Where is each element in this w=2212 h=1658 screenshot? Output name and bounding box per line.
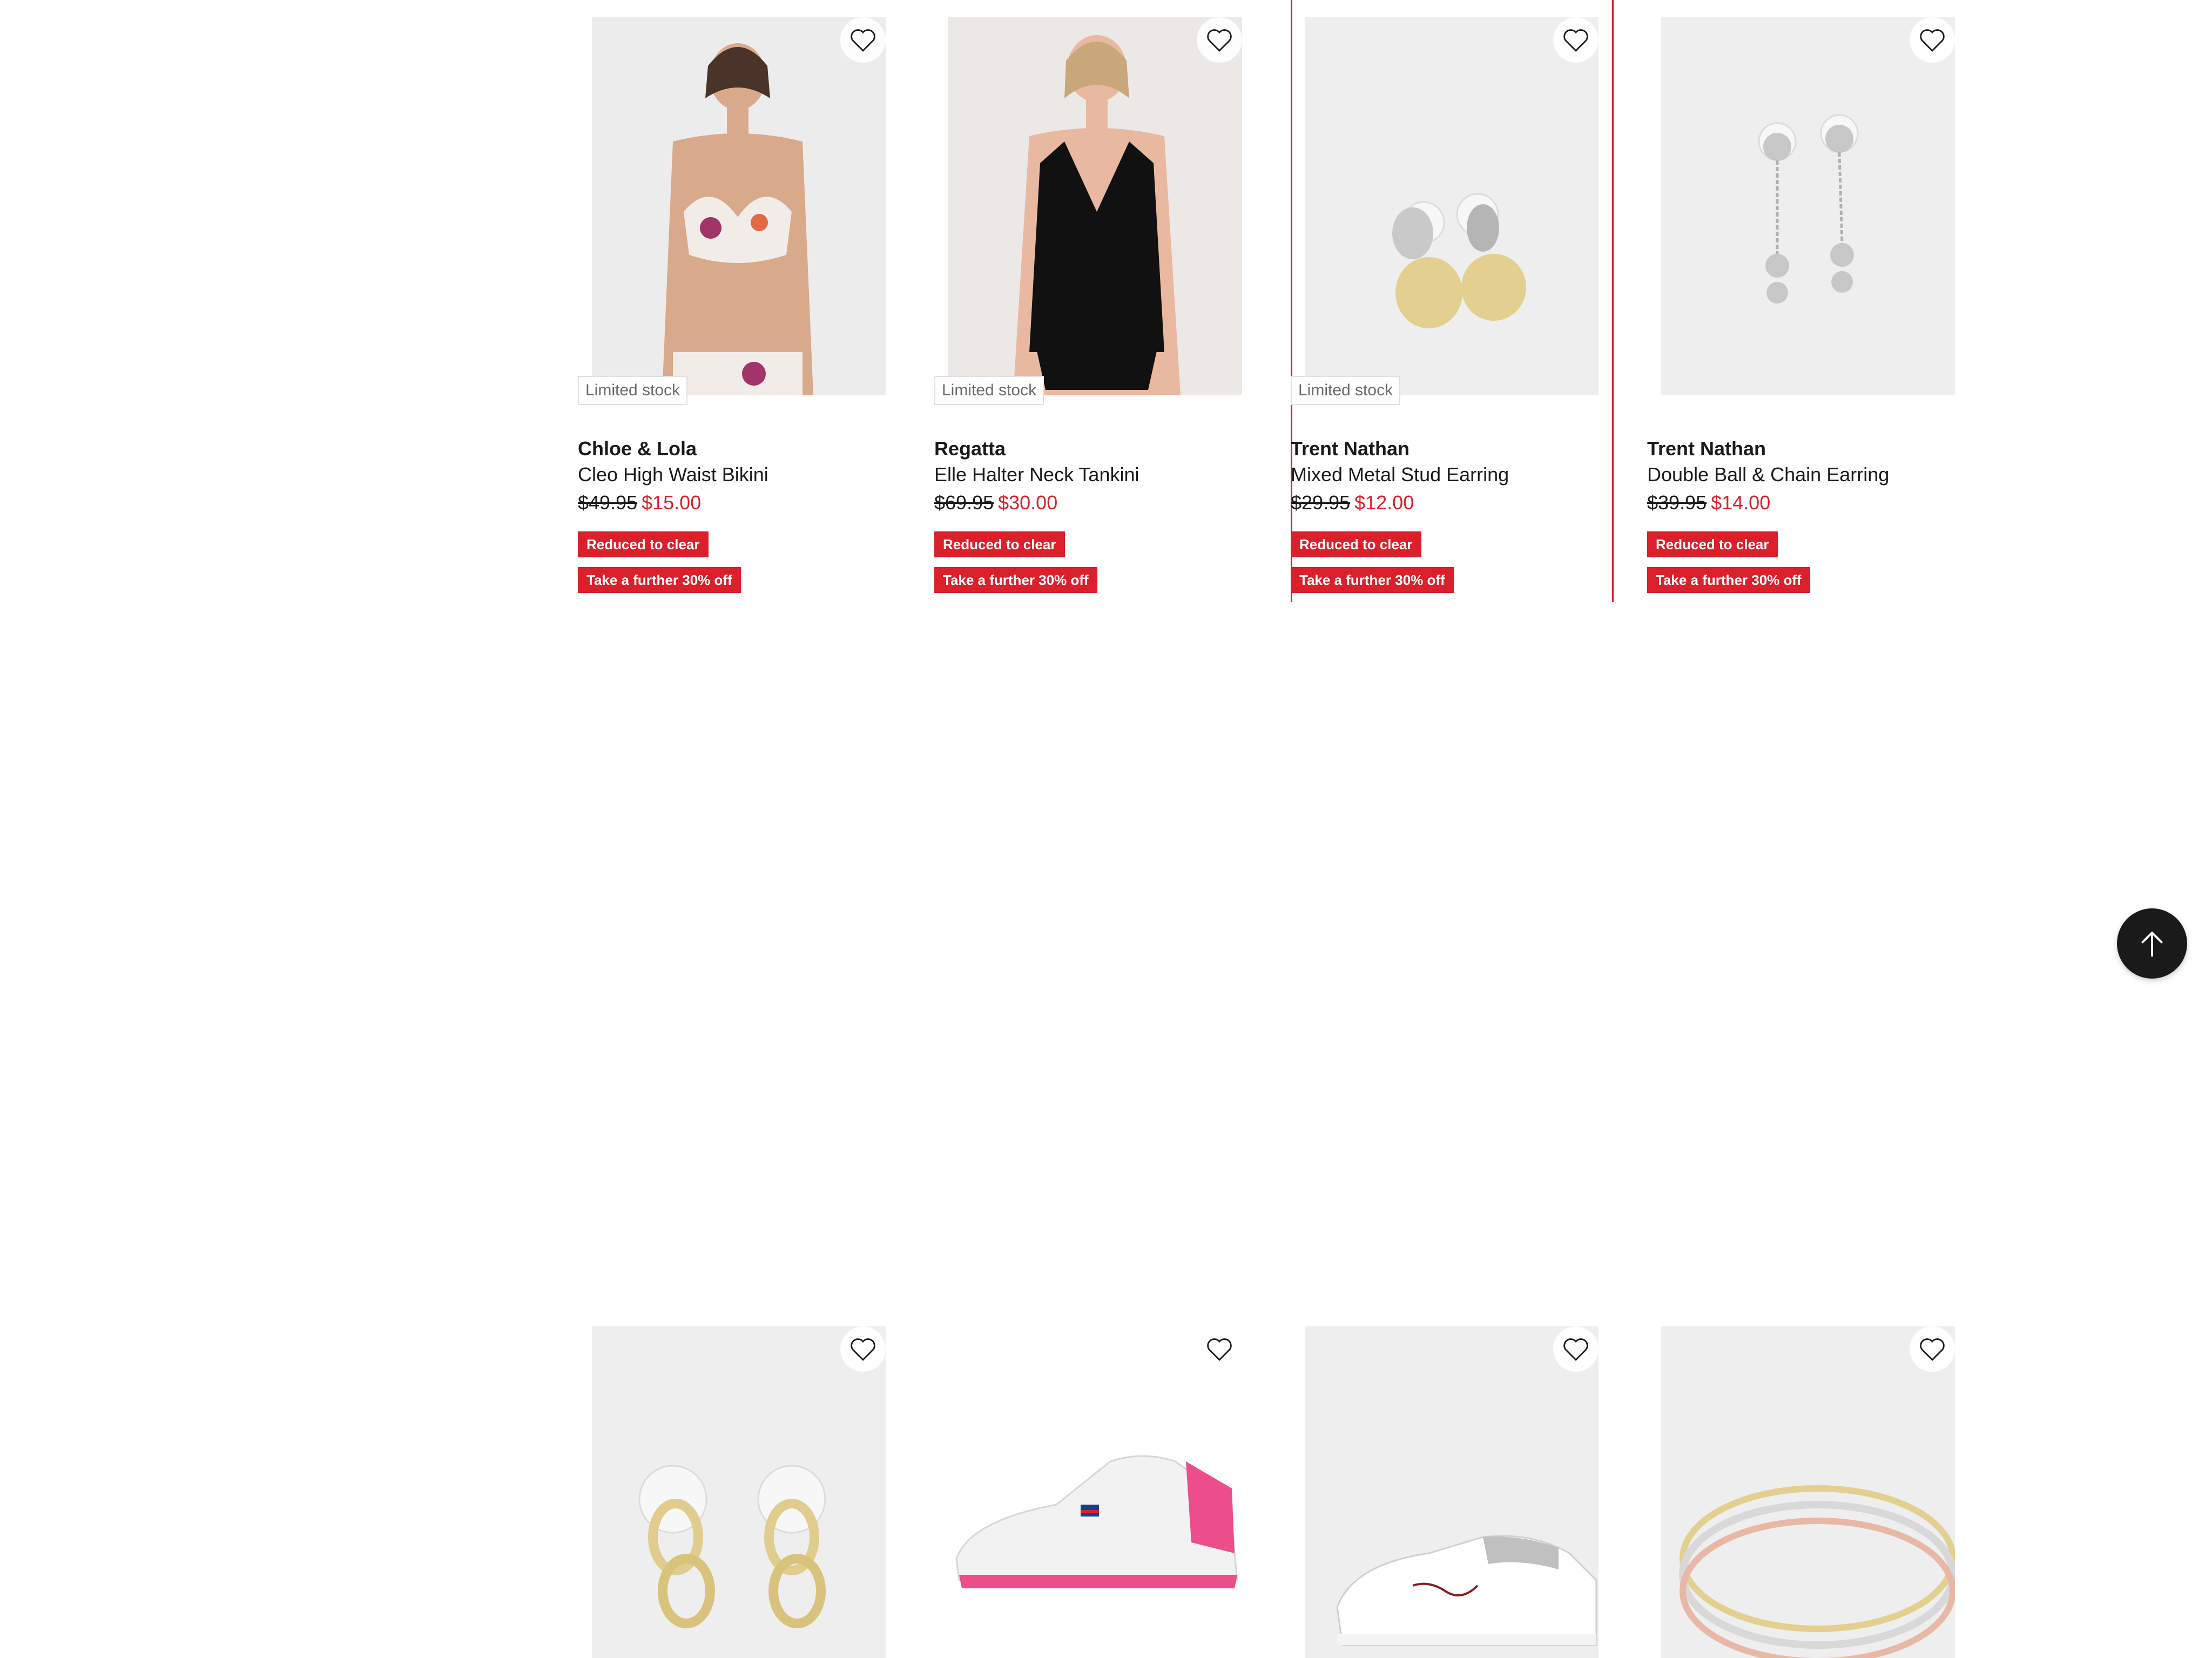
- product-info: Regatta Elle Halter Neck Tankini $69.95 $…: [934, 436, 1280, 515]
- product-card[interactable]: Trent Nathan Double Ball & Chain Earring…: [1647, 0, 2004, 655]
- product-card[interactable]: Limited stock Regatta Elle Halter Neck T…: [934, 0, 1291, 655]
- now-price: $14.00: [1711, 491, 1771, 514]
- now-price: $15.00: [642, 491, 702, 514]
- heart-icon: [1920, 1338, 1945, 1361]
- wishlist-heart-button[interactable]: [840, 1326, 886, 1372]
- product-brand[interactable]: Regatta: [934, 436, 1280, 461]
- promo-tag-reduced: Reduced to clear: [934, 531, 1065, 557]
- product-grid: Limited stock Chloe & Lola Cleo High Wai…: [578, 0, 2004, 1658]
- product-card[interactable]: Limited stock Chloe & Lola Cleo High Wai…: [578, 0, 934, 655]
- product-info: Chloe & Lola Cleo High Waist Bikini $49.…: [578, 436, 923, 515]
- wishlist-heart-button[interactable]: [840, 17, 886, 63]
- arrow-up-icon: [2141, 932, 2163, 957]
- wishlist-heart-button[interactable]: [1910, 1326, 1955, 1372]
- product-image[interactable]: [1661, 1326, 1955, 1658]
- product-brand[interactable]: Trent Nathan: [1291, 436, 1636, 461]
- promo-tag-reduced: Reduced to clear: [1291, 531, 1421, 557]
- now-price: $12.00: [1354, 491, 1414, 514]
- promo-tag-further-off: Take a further 30% off: [578, 567, 741, 593]
- stock-badge: Limited stock: [578, 376, 688, 405]
- heart-icon: [1207, 29, 1232, 52]
- product-prices: $29.95 $12.00: [1291, 490, 1636, 515]
- product-name[interactable]: Elle Halter Neck Tankini: [934, 462, 1280, 487]
- product-name[interactable]: Cleo High Waist Bikini: [578, 462, 923, 487]
- product-name[interactable]: Mixed Metal Stud Earring: [1291, 462, 1636, 487]
- wishlist-heart-button[interactable]: [1553, 17, 1599, 63]
- heart-icon: [851, 29, 875, 52]
- now-price: $30.00: [998, 491, 1058, 514]
- stock-badge: Limited stock: [1291, 376, 1401, 405]
- product-name[interactable]: Double Ball & Chain Earring: [1647, 462, 1993, 487]
- product-prices: $69.95 $30.00: [934, 490, 1280, 515]
- promo-tag-further-off: Take a further 30% off: [934, 567, 1097, 593]
- product-image[interactable]: [1661, 17, 1955, 395]
- stock-badge: Limited stock: [934, 376, 1044, 405]
- was-price: $49.95: [578, 491, 638, 514]
- product-image[interactable]: [1305, 1326, 1599, 1658]
- heart-icon: [1563, 1338, 1588, 1361]
- was-price: $29.95: [1291, 491, 1351, 514]
- heart-icon: [1920, 29, 1945, 52]
- product-brand[interactable]: Trent Nathan: [1647, 436, 1993, 461]
- promo-tag-reduced: Reduced to clear: [1647, 531, 1778, 557]
- product-card[interactable]: [934, 655, 1291, 1658]
- product-card[interactable]: [578, 655, 934, 1658]
- product-prices: $39.95 $14.00: [1647, 490, 1993, 515]
- wishlist-heart-button[interactable]: [1197, 1326, 1242, 1372]
- heart-icon: [1563, 29, 1588, 52]
- product-image[interactable]: [592, 1326, 886, 1658]
- product-card[interactable]: [1291, 655, 1647, 1658]
- heart-icon: [1207, 1338, 1232, 1361]
- product-image[interactable]: [948, 1326, 1242, 1658]
- back-to-top-button[interactable]: [2117, 908, 2187, 979]
- wishlist-heart-button[interactable]: [1910, 17, 1955, 63]
- product-info: Trent Nathan Double Ball & Chain Earring…: [1647, 436, 1993, 515]
- product-image[interactable]: [592, 17, 886, 395]
- product-image[interactable]: [948, 17, 1242, 395]
- product-card[interactable]: [1647, 655, 2004, 1658]
- product-info: Trent Nathan Mixed Metal Stud Earring $2…: [1291, 436, 1636, 515]
- product-brand[interactable]: Chloe & Lola: [578, 436, 923, 461]
- product-image[interactable]: [1305, 17, 1599, 395]
- promo-tag-further-off: Take a further 30% off: [1291, 567, 1454, 593]
- promo-tag-further-off: Take a further 30% off: [1647, 567, 1810, 593]
- promo-tag-reduced: Reduced to clear: [578, 531, 709, 557]
- heart-icon: [851, 1338, 875, 1361]
- product-card[interactable]: Limited stock Trent Nathan Mixed Metal S…: [1291, 0, 1647, 655]
- was-price: $69.95: [934, 491, 994, 514]
- wishlist-heart-button[interactable]: [1197, 17, 1242, 63]
- was-price: $39.95: [1647, 491, 1707, 514]
- wishlist-heart-button[interactable]: [1553, 1326, 1599, 1372]
- product-prices: $49.95 $15.00: [578, 490, 923, 515]
